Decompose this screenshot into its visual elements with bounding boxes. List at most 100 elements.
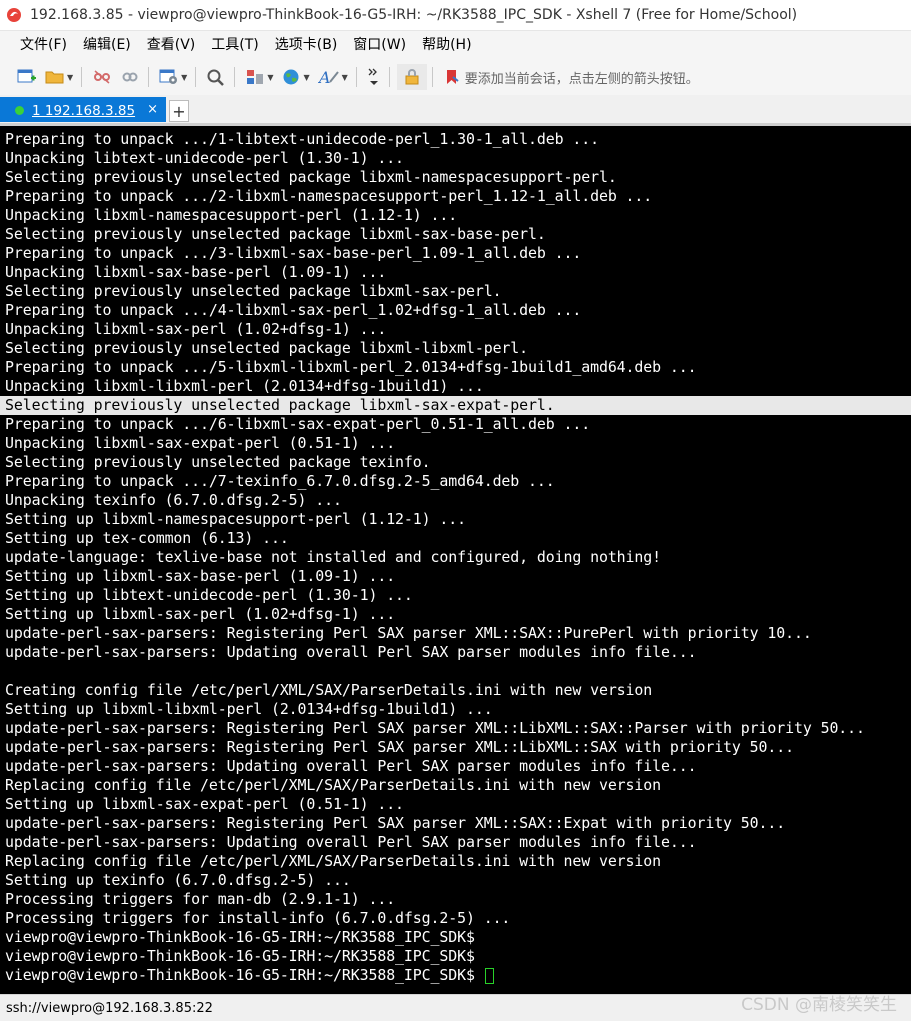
terminal-line-text: Selecting previously unselected package … <box>5 282 502 300</box>
open-session-button[interactable]: ▼ <box>42 64 76 90</box>
terminal-line-text: Creating config file /etc/perl/XML/SAX/P… <box>5 681 653 699</box>
terminal-line: Selecting previously unselected package … <box>5 168 911 187</box>
lock-button[interactable] <box>396 64 427 90</box>
terminal-line: Setting up libxml-libxml-perl (2.0134+df… <box>5 700 911 719</box>
terminal-line-text: Unpacking libxml-libxml-perl (2.0134+dfs… <box>5 377 484 395</box>
terminal-line: Preparing to unpack .../6-libxml-sax-exp… <box>5 415 911 434</box>
terminal-line-text: update-perl-sax-parsers: Registering Per… <box>5 719 865 737</box>
new-session-button[interactable] <box>14 64 40 90</box>
terminal-line-text: Replacing config file /etc/perl/XML/SAX/… <box>5 852 662 870</box>
search-icon <box>207 69 225 86</box>
terminal-line: update-language: texlive-base not instal… <box>5 548 911 567</box>
chevron-down-icon: ▼ <box>303 72 310 82</box>
terminal-line: Preparing to unpack .../1-libtext-unidec… <box>5 130 911 149</box>
terminal-line-text: Preparing to unpack .../1-libtext-unidec… <box>5 130 599 148</box>
globe-button[interactable]: ▼ <box>278 64 312 90</box>
chevron-down-icon: ▼ <box>67 72 74 82</box>
add-session-hint-text: 要添加当前会话，点击左侧的箭头按钮。 <box>464 71 699 87</box>
session-properties-button[interactable]: ▼ <box>156 64 190 90</box>
session-tab[interactable]: 1 192.168.3.85 × <box>0 97 166 122</box>
reconnect-button[interactable] <box>117 64 143 90</box>
terminal-line-text: Selecting previously unselected package … <box>5 453 431 471</box>
toolbar-divider <box>195 67 197 87</box>
session-tab-label: 1 192.168.3.85 <box>32 102 136 119</box>
terminal-line-text: Unpacking libxml-sax-perl (1.02+dfsg-1) … <box>5 320 387 338</box>
lock-icon <box>405 69 419 85</box>
terminal-line-text: viewpro@viewpro-ThinkBook-16-G5-IRH:~/RK… <box>5 928 475 946</box>
terminal-line: Unpacking libxml-sax-base-perl (1.09-1) … <box>5 263 911 282</box>
terminal-line-text: Selecting previously unselected package … <box>5 339 529 357</box>
link-icon <box>122 72 138 82</box>
overflow-chevron-icon <box>368 68 378 85</box>
terminal-line: update-perl-sax-parsers: Registering Per… <box>5 814 911 833</box>
terminal-line-text: Selecting previously unselected package … <box>5 396 555 414</box>
terminal-line: Unpacking texinfo (6.7.0.dfsg.2-5) ... <box>5 491 911 510</box>
menu-file[interactable]: 文件(F) <box>12 33 75 57</box>
toolbar: ▼ ▼ ▼ ▼ A ▼ 要添加当前会话，点击左侧的箭头按钮。 <box>0 59 911 96</box>
terminal-line-text: Unpacking libxml-sax-expat-perl (0.51-1)… <box>5 434 396 452</box>
terminal-line: Selecting previously unselected package … <box>5 225 911 244</box>
terminal-line: Preparing to unpack .../7-texinfo_6.7.0.… <box>5 472 911 491</box>
globe-icon <box>283 69 299 85</box>
terminal-line: viewpro@viewpro-ThinkBook-16-G5-IRH:~/RK… <box>5 966 911 985</box>
terminal-line: Preparing to unpack .../5-libxml-libxml-… <box>5 358 911 377</box>
menu-window[interactable]: 窗口(W) <box>345 33 414 57</box>
menu-tools[interactable]: 工具(T) <box>203 33 266 57</box>
terminal-line: viewpro@viewpro-ThinkBook-16-G5-IRH:~/RK… <box>5 928 911 947</box>
terminal-line-text: Setting up libxml-libxml-perl (2.0134+df… <box>5 700 493 718</box>
toolbar-divider <box>234 67 236 87</box>
terminal-line-text: Setting up libxml-sax-base-perl (1.09-1)… <box>5 567 396 585</box>
add-session-hint: 要添加当前会话，点击左侧的箭头按钮。 <box>444 68 699 87</box>
terminal-line: update-perl-sax-parsers: Registering Per… <box>5 624 911 643</box>
terminal-line: Setting up texinfo (6.7.0.dfsg.2-5) ... <box>5 871 911 890</box>
connection-string: ssh://viewpro@192.168.3.85:22 <box>6 1000 213 1016</box>
terminal-line-text: update-perl-sax-parsers: Updating overal… <box>5 643 697 661</box>
terminal-output: Preparing to unpack .../1-libtext-unidec… <box>0 130 911 985</box>
properties-icon <box>159 69 178 84</box>
terminal-line-text: Preparing to unpack .../5-libxml-libxml-… <box>5 358 697 376</box>
new-tab-button[interactable]: + <box>169 100 189 122</box>
terminal-line-text: update-perl-sax-parsers: Registering Per… <box>5 738 794 756</box>
terminal-line: update-perl-sax-parsers: Updating overal… <box>5 833 911 852</box>
window-title: 192.168.3.85 - viewpro@viewpro-ThinkBook… <box>30 7 798 23</box>
layout-button[interactable]: ▼ <box>242 64 276 90</box>
font-icon: A <box>318 68 339 86</box>
terminal-line: Unpacking libxml-sax-expat-perl (0.51-1)… <box>5 434 911 453</box>
menu-view[interactable]: 查看(V) <box>139 33 204 57</box>
folder-icon <box>45 71 64 84</box>
terminal-line: Preparing to unpack .../4-libxml-sax-per… <box>5 301 911 320</box>
terminal-line-text: Unpacking texinfo (6.7.0.dfsg.2-5) ... <box>5 491 342 509</box>
more-tools-button[interactable] <box>364 64 384 90</box>
terminal-line-text: Unpacking libxml-namespacesupport-perl (… <box>5 206 458 224</box>
terminal-line-text: Preparing to unpack .../4-libxml-sax-per… <box>5 301 582 319</box>
close-icon[interactable]: × <box>147 102 158 117</box>
toolbar-divider <box>431 67 433 87</box>
disconnect-button[interactable] <box>89 64 115 90</box>
menu-tabs[interactable]: 选项卡(B) <box>267 33 346 57</box>
terminal-line: Setting up libxml-sax-expat-perl (0.51-1… <box>5 795 911 814</box>
svg-text:A: A <box>318 68 331 86</box>
find-button[interactable] <box>203 64 229 90</box>
xshell-logo-icon <box>6 7 22 23</box>
toolbar-divider <box>388 67 390 87</box>
terminal-line: Processing triggers for man-db (2.9.1-1)… <box>5 890 911 909</box>
terminal-line-text: Preparing to unpack .../7-texinfo_6.7.0.… <box>5 472 555 490</box>
menu-help[interactable]: 帮助(H) <box>414 33 479 57</box>
terminal-line-text: Selecting previously unselected package … <box>5 225 546 243</box>
terminal-line: Selecting previously unselected package … <box>0 396 911 415</box>
terminal-line: Selecting previously unselected package … <box>5 282 911 301</box>
font-button[interactable]: A ▼ <box>315 64 351 90</box>
terminal-line-text: viewpro@viewpro-ThinkBook-16-G5-IRH:~/RK… <box>5 966 484 984</box>
chevron-down-icon: ▼ <box>181 72 188 82</box>
connected-status-icon <box>15 106 24 115</box>
terminal-panel[interactable]: Preparing to unpack .../1-libtext-unidec… <box>0 123 911 994</box>
bookmark-arrow-icon[interactable] <box>444 69 460 85</box>
terminal-line: Creating config file /etc/perl/XML/SAX/P… <box>5 681 911 700</box>
menu-bar: 文件(F) 编辑(E) 查看(V) 工具(T) 选项卡(B) 窗口(W) 帮助(… <box>0 31 911 59</box>
menu-edit[interactable]: 编辑(E) <box>75 33 139 57</box>
terminal-line-text: Setting up libtext-unidecode-perl (1.30-… <box>5 586 413 604</box>
terminal-line: update-perl-sax-parsers: Registering Per… <box>5 719 911 738</box>
terminal-line: update-perl-sax-parsers: Updating overal… <box>5 643 911 662</box>
terminal-line: Replacing config file /etc/perl/XML/SAX/… <box>5 852 911 871</box>
